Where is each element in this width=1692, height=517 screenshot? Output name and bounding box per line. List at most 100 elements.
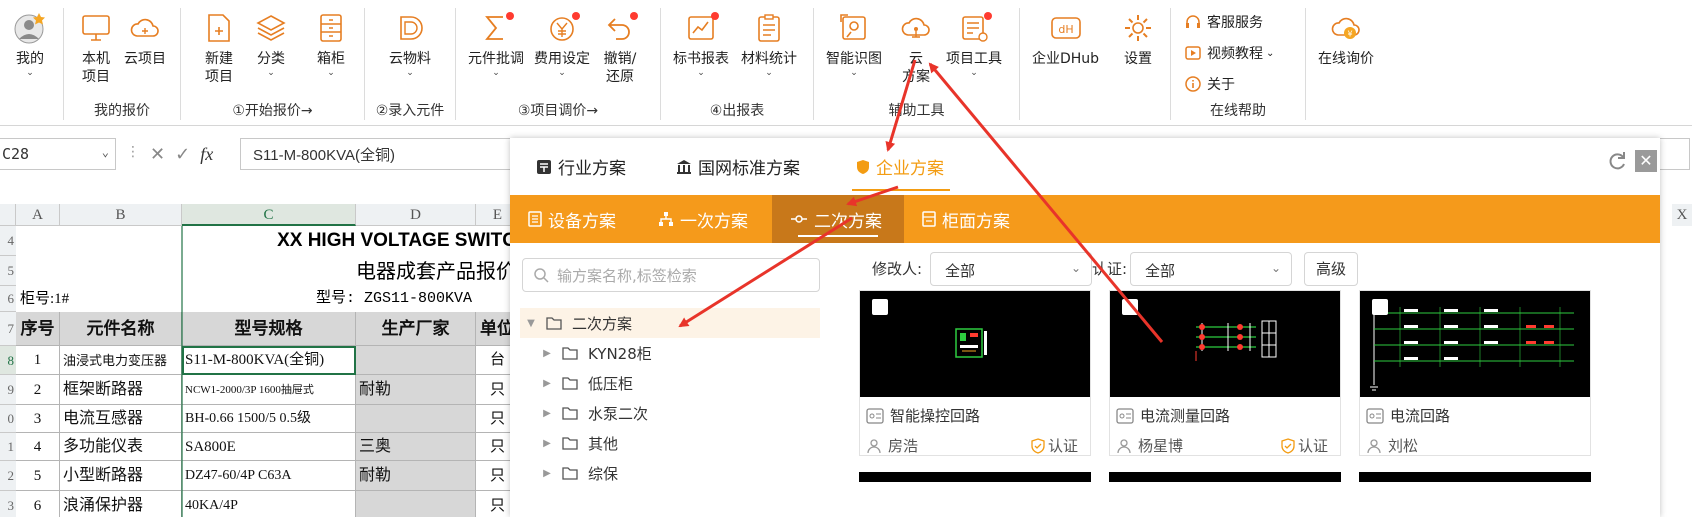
table-cell[interactable]: 电流互感器	[60, 405, 182, 433]
row-header[interactable]: 7	[0, 312, 16, 346]
cost-setting-button[interactable]: 费用设定 ⌄	[534, 10, 590, 78]
about-button[interactable]: 关于	[1185, 74, 1235, 94]
tab-secondary-scheme[interactable]: 二次方案	[772, 195, 904, 243]
tree-node[interactable]: ▶ KYN28柜	[520, 338, 820, 368]
row-header[interactable]: 1	[0, 433, 16, 461]
undo-redo-button[interactable]: 撤销/ 还原	[602, 10, 638, 86]
scheme-card-partial[interactable]	[1359, 472, 1591, 482]
confirm-icon[interactable]: ✓	[175, 144, 190, 165]
scheme-card-partial[interactable]	[859, 472, 1091, 482]
my-account-button[interactable]: 我的 ⌄	[12, 10, 48, 78]
drag-handle-icon[interactable]: ⋮	[126, 144, 140, 160]
table-cell[interactable]: 多功能仪表	[60, 433, 182, 461]
dhub-button[interactable]: dH 企业DHub	[1032, 10, 1099, 68]
scheme-card[interactable]: 电流测量回路 杨星博 认证	[1109, 290, 1341, 456]
row-header[interactable]: 9	[0, 375, 16, 405]
column-header-selected[interactable]: C	[182, 204, 356, 226]
scheme-card[interactable]: 电流回路 刘松	[1359, 290, 1591, 456]
tab-enterprise-scheme[interactable]: 企业方案	[852, 154, 950, 191]
header-cell[interactable]: 序号	[16, 312, 60, 346]
column-header[interactable]: D	[356, 204, 476, 226]
cancel-icon[interactable]: ✕	[150, 144, 165, 165]
table-cell[interactable]: 耐勒	[356, 375, 476, 405]
row-header[interactable]: 3	[0, 491, 16, 517]
cloud-project-button[interactable]: 云项目	[124, 10, 166, 68]
table-cell[interactable]: 小型断路器	[60, 461, 182, 491]
row-header[interactable]: 2	[0, 461, 16, 491]
cabinet-button[interactable]: 箱柜 ⌄	[313, 10, 349, 78]
table-cell[interactable]: SA800E	[182, 433, 356, 461]
project-tools-button[interactable]: 项目工具 ⌄	[946, 10, 1002, 78]
category-button[interactable]: 分类 ⌄	[253, 10, 289, 78]
tab-industry-scheme[interactable]: 行业方案	[536, 154, 626, 179]
tab-state-grid-scheme[interactable]: 国网标准方案	[676, 154, 800, 179]
refresh-icon[interactable]	[1606, 150, 1628, 172]
header-cell[interactable]: 元件名称	[60, 312, 182, 346]
tab-panel-scheme[interactable]: 柜面方案	[904, 195, 1028, 243]
table-cell[interactable]	[356, 405, 476, 433]
tab-equipment-scheme[interactable]: 设备方案	[510, 195, 634, 243]
tree-node[interactable]: ▶ 水泵二次	[520, 398, 820, 428]
table-cell[interactable]: 2	[16, 375, 60, 405]
header-cell[interactable]: 型号规格	[182, 312, 356, 346]
table-cell[interactable]	[356, 346, 476, 375]
corner-header[interactable]	[0, 204, 16, 226]
batch-adjust-button[interactable]: 元件批调 ⌄	[468, 10, 524, 78]
tree-node[interactable]: ▶ 低压柜	[520, 368, 820, 398]
scheme-search-input[interactable]: 输方案名称,标签检索	[522, 258, 820, 292]
modifier-select[interactable]: 全部 ⌄	[930, 252, 1092, 286]
chevron-down-icon: ⌄	[1266, 47, 1275, 59]
tree-node[interactable]: ▶ 综保	[520, 458, 820, 488]
tree-node[interactable]: ▶ 其他	[520, 428, 820, 458]
cloud-material-button[interactable]: 云物料 ⌄	[389, 10, 431, 78]
table-cell[interactable]: 框架断路器	[60, 375, 182, 405]
header-cell[interactable]: 生产厂家	[356, 312, 476, 346]
selected-cell[interactable]: S11-M-800KVA(全铜)	[182, 346, 356, 375]
card-checkbox[interactable]	[872, 299, 888, 315]
tree-node-root[interactable]: ▼ 二次方案	[520, 308, 820, 338]
scheme-card-partial[interactable]	[1109, 472, 1341, 482]
column-header[interactable]: X	[1672, 204, 1692, 226]
cloud-material-label: 云物料	[389, 51, 431, 67]
fx-button[interactable]: fx	[200, 144, 213, 165]
table-cell[interactable]	[356, 491, 476, 517]
table-cell[interactable]: 耐勒	[356, 461, 476, 491]
table-cell[interactable]: DZ47-60/4P C63A	[182, 461, 356, 491]
close-icon[interactable]: ✕	[1635, 150, 1657, 172]
smart-recognition-button[interactable]: 智能识图 ⌄	[826, 10, 882, 78]
column-header[interactable]: B	[60, 204, 182, 226]
row-header-selected[interactable]: 8	[0, 346, 16, 375]
customer-service-button[interactable]: 客服服务	[1185, 12, 1263, 32]
table-cell[interactable]: 5	[16, 461, 60, 491]
table-cell[interactable]: 4	[16, 433, 60, 461]
card-checkbox[interactable]	[1372, 299, 1388, 315]
card-checkbox[interactable]	[1122, 299, 1138, 315]
row-header[interactable]: 5	[0, 256, 16, 286]
video-tutorial-button[interactable]: 视频教程 ⌄	[1185, 43, 1274, 63]
bid-report-button[interactable]: 标书报表 ⌄	[673, 10, 729, 78]
table-cell[interactable]: 三奥	[356, 433, 476, 461]
table-cell[interactable]: NCW1-2000/3P 1600抽屉式	[182, 375, 356, 405]
tab-primary-scheme[interactable]: 一次方案	[640, 195, 766, 243]
local-project-button[interactable]: 本机 项目	[78, 10, 114, 86]
table-cell[interactable]: 油浸式电力变压器	[60, 346, 182, 375]
row-header[interactable]: 0	[0, 405, 16, 433]
name-box[interactable]: C28 ⌄	[0, 138, 116, 170]
price-inquiry-button[interactable]: ¥ 在线询价	[1318, 10, 1374, 68]
row-header[interactable]: 6	[0, 286, 16, 312]
column-header[interactable]: A	[16, 204, 60, 226]
table-cell[interactable]: 3	[16, 405, 60, 433]
new-project-button[interactable]: 新建 项目	[201, 10, 237, 86]
settings-button[interactable]: 设置	[1120, 10, 1156, 68]
cloud-scheme-button[interactable]: 云 方案	[898, 10, 934, 86]
row-header[interactable]: 4	[0, 226, 16, 256]
table-cell[interactable]: 6	[16, 491, 60, 517]
cert-select[interactable]: 全部 ⌄	[1130, 252, 1292, 286]
scheme-card[interactable]: 智能操控回路 房浩 认证	[859, 290, 1091, 456]
table-cell[interactable]: 1	[16, 346, 60, 375]
material-stats-button[interactable]: 材料统计 ⌄	[741, 10, 797, 78]
table-cell[interactable]: 40KA/4P	[182, 491, 356, 517]
advanced-button[interactable]: 高级	[1304, 252, 1358, 286]
table-cell[interactable]: 浪涌保护器	[60, 491, 182, 517]
table-cell[interactable]: BH-0.66 1500/5 0.5级	[182, 405, 356, 433]
